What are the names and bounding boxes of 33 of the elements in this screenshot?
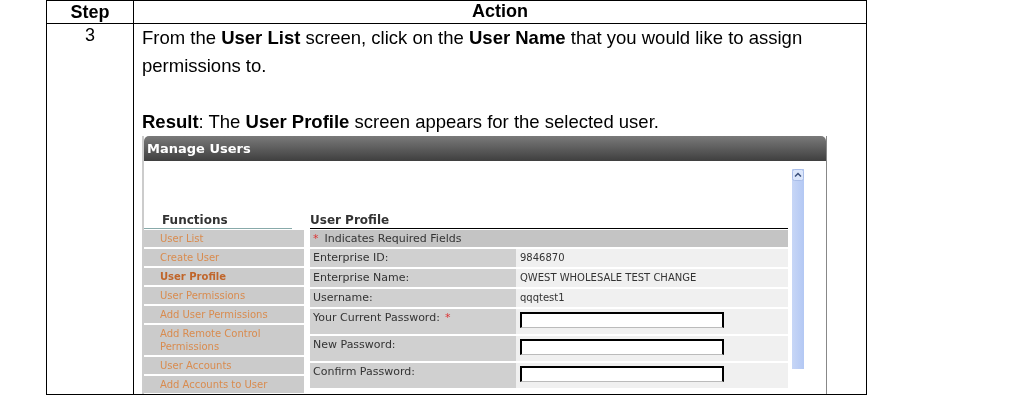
- sidebar-item[interactable]: Create User: [144, 249, 304, 266]
- sidebar-item[interactable]: User Permissions: [144, 287, 304, 304]
- field-label: Enterprise Name:: [313, 271, 410, 285]
- sidebar-item[interactable]: Add Remote Control Permissions: [144, 325, 304, 355]
- required-note: Indicates Required Fields: [324, 231, 462, 246]
- field-value: QWEST WHOLESALE TEST CHANGE: [520, 272, 697, 283]
- password-field[interactable]: [520, 312, 724, 328]
- field-label: Confirm Password:: [313, 365, 415, 379]
- scroll-up-icon[interactable]: [792, 169, 804, 181]
- window-title: Manage Users: [147, 141, 251, 156]
- sidebar-heading: Functions: [144, 213, 292, 229]
- password-field[interactable]: [520, 366, 724, 382]
- password-field[interactable]: [520, 339, 724, 355]
- field-label: Enterprise ID:: [313, 251, 389, 265]
- column-header: Action: [472, 1, 528, 21]
- required-asterisk: *: [444, 311, 451, 325]
- required-asterisk: *: [313, 231, 319, 246]
- section-heading: User Profile: [310, 213, 788, 229]
- sidebar-item[interactable]: Add Accounts to User: [144, 376, 304, 393]
- step-number: 3: [85, 25, 95, 45]
- field-label: Your Current Password:: [313, 311, 440, 325]
- sidebar-item[interactable]: User Profile: [144, 268, 304, 285]
- sidebar-item[interactable]: User Accounts: [144, 357, 304, 374]
- scrollbar[interactable]: [792, 169, 804, 369]
- sidebar-item[interactable]: User List: [144, 230, 304, 247]
- result-text: Result: The User Profile screen appears for the selected user.: [142, 110, 660, 134]
- instruction-text: From the User List screen, click on the User Name that you would like to assign permissions to.: [142, 26, 804, 78]
- column-header: Step: [70, 2, 110, 22]
- sidebar-item[interactable]: Add User Permissions: [144, 306, 304, 323]
- field-label: Username:: [313, 291, 373, 305]
- field-value: 9846870: [520, 252, 565, 263]
- field-label: New Password:: [313, 338, 396, 352]
- field-value: qqqtest1: [520, 292, 565, 303]
